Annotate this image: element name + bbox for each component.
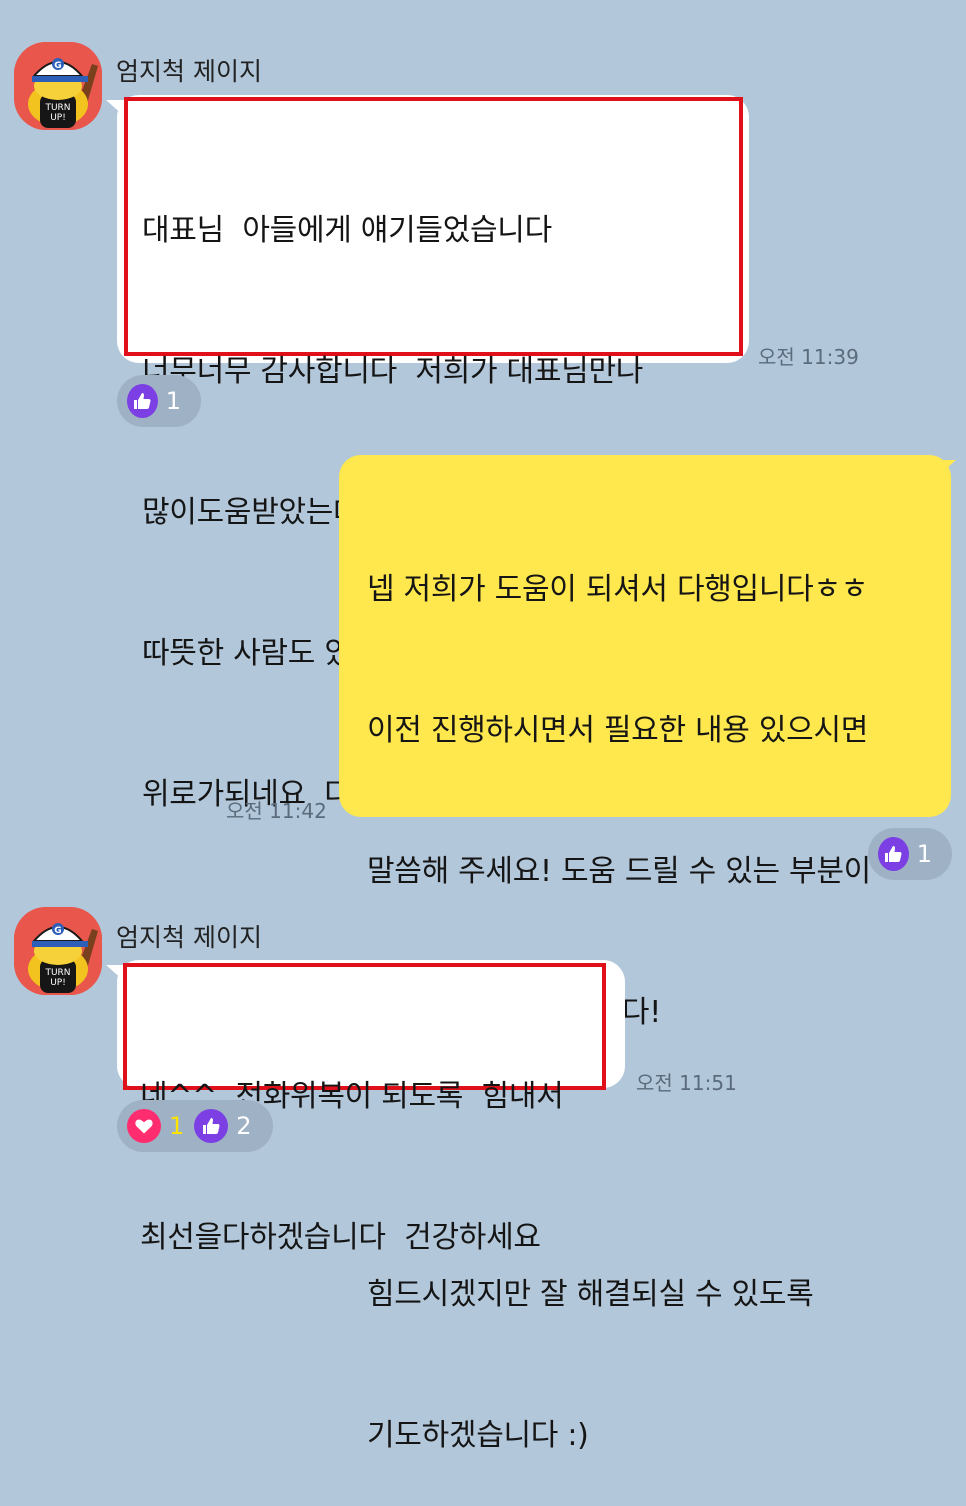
reaction-count: 1 (916, 840, 932, 868)
reaction-count: 2 (236, 1112, 252, 1140)
profile-character-icon: TURN UP! G (14, 42, 102, 130)
message-line: 너무너무 감사합니다 저희가 대표님만나 (142, 354, 644, 389)
svg-text:UP!: UP! (50, 978, 66, 988)
message-line: 넵 저희가 도움이 되셔서 다행입니다ㅎㅎ (367, 572, 869, 607)
avatar[interactable]: TURN UP! G (14, 907, 102, 995)
svg-text:G: G (54, 926, 61, 936)
message-line: 말씀해 주세요! 도움 드릴 수 있는 부분이 (367, 854, 871, 889)
thumbs-up-icon (127, 384, 158, 418)
message-time: 오전 11:51 (636, 1071, 737, 1095)
bubble-tail (106, 100, 124, 116)
reaction-count: 1 (169, 1112, 185, 1140)
reaction-pill[interactable]: 1 (117, 375, 201, 427)
reaction-count: 1 (165, 387, 181, 415)
reaction-pill[interactable]: 1 2 (117, 1100, 273, 1152)
thumbs-up-icon (194, 1109, 229, 1143)
bubble-tail (938, 460, 956, 476)
reaction-pill[interactable]: 1 (868, 828, 952, 880)
message-time: 오전 11:42 (226, 799, 327, 823)
sender-name: 엄지척 제이지 (116, 57, 262, 86)
svg-text:TURN: TURN (44, 968, 70, 978)
bubble-tail (106, 965, 124, 981)
message-line: 최선을다하겠습니다 건강하세요 (140, 1220, 541, 1255)
profile-character-icon: TURN UP! G (14, 907, 102, 995)
avatar[interactable]: TURN UP! G (14, 42, 102, 130)
thumbs-up-icon (878, 837, 909, 871)
svg-text:UP!: UP! (50, 113, 66, 123)
message-line: 대표님 아들에게 얘기들었습니다 (142, 213, 552, 248)
message-time: 오전 11:39 (758, 345, 859, 369)
message-line: 기도하겠습니다 :) (367, 1418, 589, 1453)
message-line: 이전 진행하시면서 필요한 내용 있으시면 (367, 713, 869, 748)
heart-icon (127, 1109, 161, 1143)
sender-name: 엄지척 제이지 (116, 923, 262, 952)
svg-text:TURN: TURN (44, 103, 70, 113)
svg-text:G: G (54, 61, 61, 71)
